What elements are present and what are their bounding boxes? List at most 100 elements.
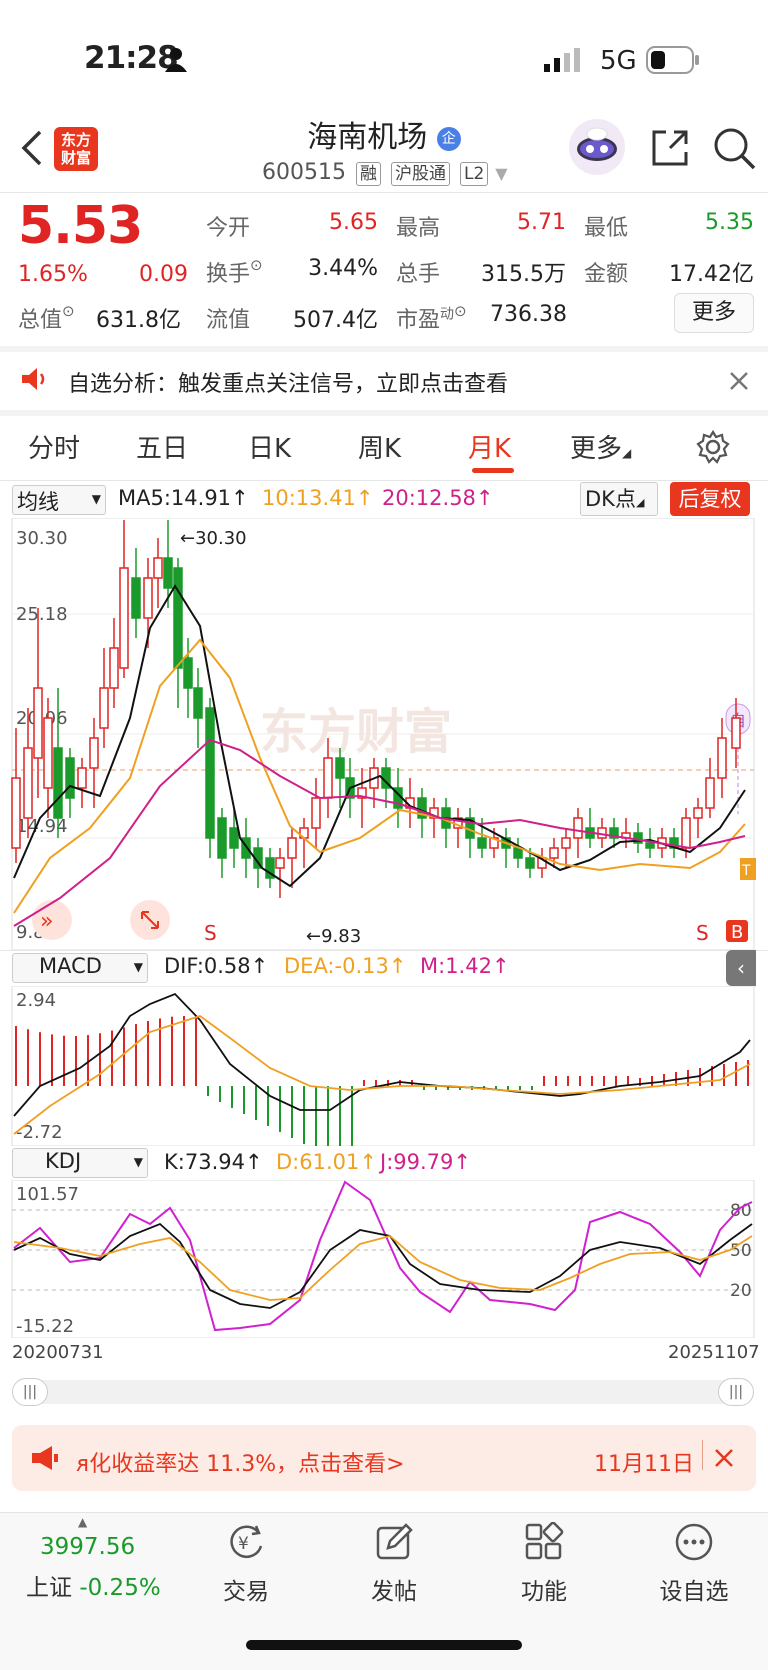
sell-signal: S (696, 921, 709, 945)
functions-grid-icon[interactable] (524, 1522, 564, 1562)
kdj-level-20: 20 (730, 1281, 752, 1301)
notice-text[interactable]: 自选分析：触发重点关注信号，立即点击查看 (68, 366, 508, 398)
current-price: 5.53 (18, 196, 143, 256)
adjust-button[interactable]: 后复权 (670, 482, 750, 516)
stock-code-row: 600515 融 沪股通 L2 ▼ (262, 160, 508, 186)
candle-body (143, 577, 153, 619)
candle-body (77, 767, 87, 789)
index-row[interactable]: 上证 -0.25% (26, 1568, 161, 1602)
more-button[interactable]: 更多 (674, 293, 754, 333)
candle-body (525, 857, 535, 869)
enterprise-badge: 企 (436, 126, 461, 151)
macd-chart[interactable]: 2.94 -2.72 (0, 986, 768, 1146)
kdj-j: J:99.79↑ (380, 1150, 471, 1174)
candle-body (323, 757, 333, 799)
stock-code: 600515 (262, 160, 346, 185)
more-dots-icon[interactable] (674, 1522, 714, 1562)
settings-gear-icon[interactable] (696, 430, 730, 464)
candle-body (23, 747, 33, 819)
nav-functions[interactable]: 功能 (484, 1572, 604, 1606)
robot-avatar-icon[interactable] (568, 118, 626, 176)
t-marker-label: T (741, 863, 751, 879)
tab-monthly-k[interactable]: 月K (468, 428, 511, 465)
low-label: 最低 (584, 216, 629, 241)
kdj-k: K:73.94↑ (164, 1150, 263, 1174)
candle-body (153, 557, 163, 579)
battery-icon (646, 46, 699, 74)
candle-body (561, 837, 571, 849)
search-icon[interactable] (712, 126, 756, 170)
macd-top-label: 2.94 (16, 990, 56, 1011)
signal-icon (544, 48, 580, 72)
candle-body (335, 757, 345, 779)
tab-more[interactable]: 更多◢ (570, 428, 631, 465)
collapse-panel-icon[interactable]: ‹ (726, 950, 756, 986)
dropdown-caret-icon[interactable]: ▼ (495, 164, 507, 183)
megaphone-icon (32, 1446, 58, 1470)
turnover-label: 换手⊙ (206, 256, 263, 287)
candle-body (217, 817, 227, 859)
ma-selector[interactable]: 均线 ▼ (12, 485, 106, 515)
l2-tag: L2 (459, 162, 489, 186)
price-label-2: 25.18 (16, 604, 68, 625)
candle-body (89, 737, 99, 769)
share-icon[interactable] (648, 126, 692, 170)
tab-weekly-k[interactable]: 周K (358, 428, 401, 465)
candle-body (193, 687, 203, 719)
speaker-icon (22, 368, 45, 390)
tab-daily-k[interactable]: 日K (248, 428, 291, 465)
info-icon[interactable]: ⊙ (62, 302, 75, 320)
range-handle-left[interactable]: ||| (12, 1378, 48, 1406)
nav-trade[interactable]: 交易 (186, 1572, 306, 1606)
change-amount: 0.09 (139, 262, 188, 287)
candle-body (681, 817, 691, 849)
candle-body (229, 827, 239, 849)
info-icon[interactable]: ⊙ (250, 256, 263, 274)
candle-body (11, 777, 21, 849)
banner-text[interactable]: ᴙ化收益率达 11.3%，点击查看> (76, 1446, 405, 1478)
pe-value: 736.38 (490, 302, 567, 327)
candle-body (99, 687, 109, 729)
info-icon[interactable]: ⊙ (454, 302, 467, 320)
range-handle-right[interactable]: ||| (718, 1378, 754, 1406)
tab-intraday[interactable]: 分时 (28, 428, 80, 465)
open-label: 今开 (206, 216, 251, 241)
low-value: 5.35 (705, 210, 754, 235)
dk-point-button[interactable]: DK点◢ (580, 482, 658, 516)
candle-body (645, 842, 655, 849)
expand-up-icon[interactable]: ▲ (78, 1515, 87, 1529)
pe-label: 市盈动⊙ (396, 302, 467, 333)
candle-body (275, 857, 285, 869)
volume-value: 315.5万 (481, 262, 566, 287)
person-icon (165, 48, 187, 72)
ma5-value: MA5:14.91↑ (118, 486, 249, 510)
macd-dea: DEA:-0.13↑ (284, 954, 407, 978)
kdj-selector[interactable]: KDJ ▼ (12, 1148, 148, 1178)
range-slider-track[interactable] (12, 1380, 754, 1404)
nav-post[interactable]: 发帖 (334, 1572, 454, 1606)
candle-body (549, 847, 559, 859)
svg-text:¥: ¥ (238, 1534, 249, 1554)
banner-date: 11月11日 (594, 1452, 694, 1477)
close-icon[interactable] (728, 370, 750, 392)
candle-body (53, 747, 63, 819)
macd-selector[interactable]: MACD ▼ (12, 953, 148, 983)
kdj-chart[interactable]: 101.57 -15.22 80 50 20 (0, 1180, 768, 1338)
home-indicator (246, 1640, 522, 1650)
active-tab-indicator (472, 468, 514, 473)
margin-tag: 融 (355, 162, 381, 186)
candle-body (287, 837, 297, 859)
kdj-top-label: 101.57 (16, 1184, 79, 1205)
post-icon[interactable] (374, 1522, 414, 1562)
tab-five-day[interactable]: 五日 (136, 428, 188, 465)
high-label: 最高 (396, 216, 441, 241)
index-value[interactable]: 3997.56 (40, 1534, 135, 1560)
kline-chart[interactable]: 东方财富 30.30 25.18 20.06 14.94 9.83 ←30.30… (0, 518, 768, 950)
close-icon[interactable] (714, 1448, 734, 1468)
macd-bottom-label: -2.72 (16, 1122, 63, 1143)
candle-body (717, 737, 727, 779)
candle-body (705, 777, 715, 809)
nav-add-watchlist[interactable]: 设自选 (634, 1572, 754, 1606)
start-date: 20200731 (12, 1342, 104, 1363)
trade-icon[interactable]: ¥ (226, 1522, 266, 1562)
